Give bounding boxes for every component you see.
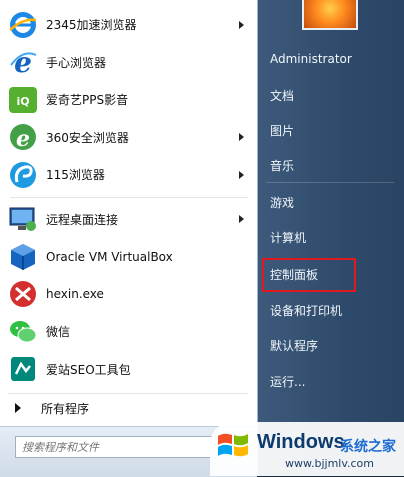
program-label: 2345加速浏览器 bbox=[46, 18, 137, 33]
program-item-hexin[interactable]: hexin.exe bbox=[4, 276, 254, 314]
program-item-wechat[interactable]: 微信 bbox=[4, 313, 254, 351]
program-item-remote-desktop[interactable]: 远程桌面连接 bbox=[4, 201, 254, 239]
start-menu: 2345加速浏览器 e 手心浏览器 iQ 爱奇艺PPS影音 e 360安全浏览器… bbox=[0, 0, 404, 477]
program-label: 微信 bbox=[46, 325, 71, 340]
watermark-url: www.bjjmlv.com bbox=[285, 457, 374, 470]
user-avatar[interactable] bbox=[302, 0, 358, 30]
all-programs-divider bbox=[8, 393, 248, 394]
program-item-360-browser[interactable]: e 360安全浏览器 bbox=[4, 119, 254, 157]
music-link[interactable]: 音乐 bbox=[270, 157, 294, 174]
program-item-2345-browser[interactable]: 2345加速浏览器 bbox=[4, 6, 254, 44]
shouxin-browser-icon: e bbox=[10, 47, 37, 77]
360-browser-icon: e bbox=[10, 124, 36, 152]
submenu-arrow-icon[interactable] bbox=[239, 215, 244, 224]
all-programs-label: 所有程序 bbox=[41, 401, 90, 416]
pinned-programs-list: 2345加速浏览器 e 手心浏览器 iQ 爱奇艺PPS影音 e 360安全浏览器… bbox=[4, 6, 254, 388]
control-panel-highlight bbox=[262, 258, 356, 292]
program-item-shouxin-browser[interactable]: e 手心浏览器 bbox=[4, 44, 254, 82]
run-link[interactable]: 运行... bbox=[270, 373, 305, 390]
list-divider bbox=[10, 196, 248, 198]
watermark-brand: Windows bbox=[257, 431, 345, 453]
virtualbox-icon bbox=[11, 243, 35, 270]
play-arrow-icon bbox=[15, 403, 21, 413]
program-label: 远程桌面连接 bbox=[46, 212, 119, 227]
submenu-arrow-icon[interactable] bbox=[239, 133, 244, 142]
devices-printers-link[interactable]: 设备和打印机 bbox=[270, 302, 342, 319]
places-divider bbox=[266, 182, 394, 183]
svg-text:e: e bbox=[14, 47, 32, 77]
pictures-link[interactable]: 图片 bbox=[270, 122, 294, 139]
program-item-virtualbox[interactable]: Oracle VM VirtualBox bbox=[4, 238, 254, 276]
iqiyi-pps-icon: iQ bbox=[9, 86, 37, 113]
program-label: Oracle VM VirtualBox bbox=[46, 249, 173, 264]
svg-text:e: e bbox=[16, 126, 30, 152]
programs-pane: 2345加速浏览器 e 手心浏览器 iQ 爱奇艺PPS影音 e 360安全浏览器… bbox=[0, 0, 258, 477]
submenu-arrow-icon[interactable] bbox=[239, 20, 244, 29]
program-label: 爱奇艺PPS影音 bbox=[46, 93, 129, 108]
115-browser-icon bbox=[10, 161, 36, 188]
program-label: 手心浏览器 bbox=[46, 55, 107, 70]
program-label: 360安全浏览器 bbox=[46, 130, 129, 145]
search-input[interactable] bbox=[15, 436, 241, 458]
all-programs-button[interactable]: 所有程序 bbox=[4, 396, 250, 420]
wechat-icon bbox=[10, 320, 37, 343]
remote-desktop-icon bbox=[9, 207, 36, 232]
windows-logo-icon bbox=[218, 433, 248, 457]
svg-text:iQ: iQ bbox=[16, 95, 29, 108]
program-item-115-browser[interactable]: 115浏览器 bbox=[4, 156, 254, 194]
games-link[interactable]: 游戏 bbox=[270, 194, 294, 211]
program-label: 115浏览器 bbox=[46, 168, 105, 183]
user-folder-link[interactable]: Administrator bbox=[270, 52, 352, 66]
aizhan-seo-icon bbox=[11, 357, 35, 382]
2345-browser-icon bbox=[9, 11, 37, 38]
program-item-aizhan-seo[interactable]: 爱站SEO工具包 bbox=[4, 351, 254, 389]
program-label: hexin.exe bbox=[46, 287, 104, 302]
default-programs-link[interactable]: 默认程序 bbox=[270, 337, 318, 354]
program-label: 爱站SEO工具包 bbox=[46, 362, 131, 377]
program-item-iqiyi-pps[interactable]: iQ 爱奇艺PPS影音 bbox=[4, 81, 254, 119]
computer-link[interactable]: 计算机 bbox=[270, 229, 306, 246]
documents-link[interactable]: 文档 bbox=[270, 87, 294, 104]
hexin-icon bbox=[10, 281, 36, 308]
watermark-suffix: 系统之家 bbox=[340, 439, 396, 455]
submenu-arrow-icon[interactable] bbox=[239, 170, 244, 179]
